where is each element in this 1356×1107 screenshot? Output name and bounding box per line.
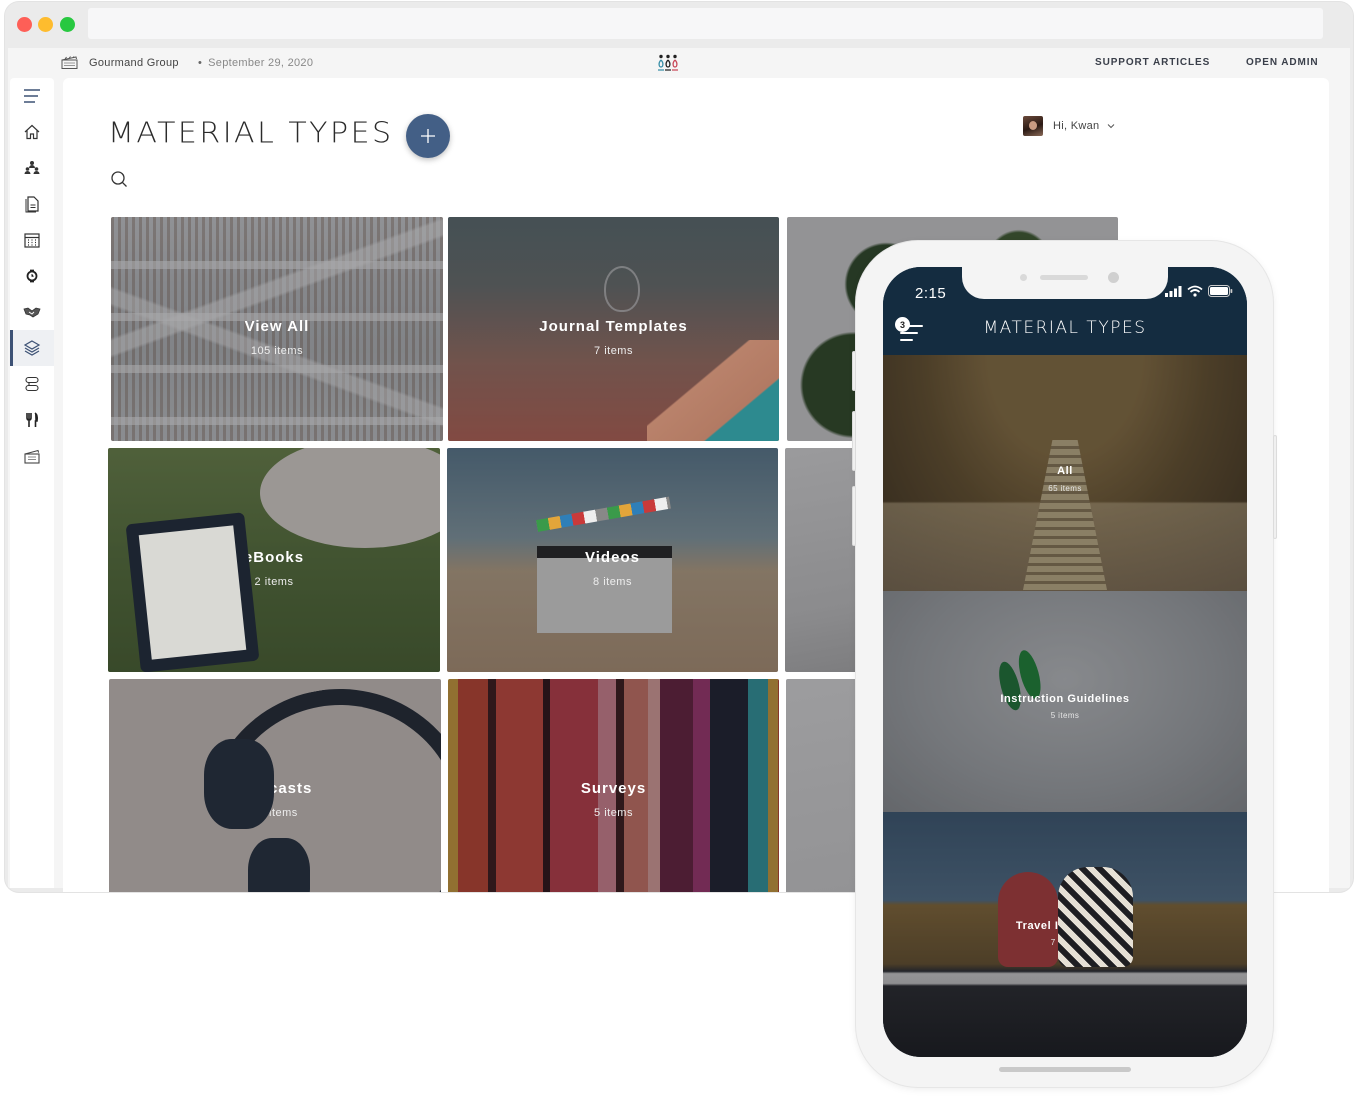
sidebar-item-menus[interactable] [10, 402, 54, 438]
add-material-type-button[interactable] [406, 114, 450, 158]
tile-count: 7 items [594, 344, 633, 357]
clapperboard-icon [24, 449, 40, 464]
handshake-icon [23, 307, 41, 318]
status-time: 2:15 [915, 285, 947, 302]
tile-name: Instruction Guidelines [1000, 693, 1130, 705]
top-bar: Gourmand Group September 29, 2020 SUPPOR… [8, 48, 1350, 78]
sidebar-item-workflows[interactable] [10, 366, 54, 402]
calendar-icon [24, 233, 40, 248]
three-people-logo[interactable] [656, 54, 680, 72]
sidebar-item-media[interactable] [10, 438, 54, 474]
sidebar-item-documents[interactable] [10, 186, 54, 222]
phone-speaker [1040, 275, 1088, 280]
phone-tile-all[interactable]: All 65 items [883, 355, 1247, 591]
layers-icon [23, 340, 41, 356]
tile-count: 5 items [594, 806, 633, 819]
front-camera [1108, 272, 1119, 283]
tile-name: All [1057, 465, 1073, 477]
browser-titlebar [5, 2, 1353, 46]
sidebar-item-partners[interactable] [10, 294, 54, 330]
clapperboard-icon [61, 56, 78, 69]
tile-count: 17 items [252, 806, 298, 819]
phone-volume-down-button [852, 486, 856, 546]
sidebar-item-material-types[interactable] [10, 330, 54, 366]
tile-name: View All [244, 317, 310, 335]
user-menu[interactable]: Hi, Kwan [1023, 116, 1115, 136]
phone-tile-instruction-guidelines[interactable]: Instruction Guidelines 5 items [883, 591, 1247, 812]
address-bar[interactable] [88, 8, 1323, 39]
organization-name: Gourmand Group [89, 57, 179, 69]
search-icon[interactable] [110, 170, 128, 188]
current-date: September 29, 2020 [198, 57, 313, 69]
menu-icon [24, 89, 40, 103]
phone-tile-travel-itineraries[interactable]: Travel Itineraries 7 items [883, 812, 1247, 1057]
tile-count: 5 items [1050, 711, 1080, 720]
cellular-signal-icon [1165, 285, 1182, 297]
tile-videos[interactable]: Videos 8 items [447, 448, 778, 672]
tile-count: 2 items [254, 575, 294, 588]
home-indicator[interactable] [999, 1067, 1131, 1072]
tile-count: 105 items [250, 344, 304, 357]
sidebar-item-team[interactable] [10, 150, 54, 186]
battery-icon [1208, 285, 1233, 297]
sidebar-item-home[interactable] [10, 114, 54, 150]
maximize-window-button[interactable] [60, 17, 75, 32]
phone-mockup: 2:15 3 MATERIAL TYPES All 65 items Instr… [852, 241, 1277, 1087]
phone-mute-switch [852, 351, 856, 391]
team-icon [24, 161, 40, 174]
plus-icon [421, 129, 435, 143]
phone-volume-up-button [852, 411, 856, 471]
tile-name: Surveys [580, 779, 647, 797]
sidebar-item-menu[interactable] [10, 78, 54, 114]
minimize-window-button[interactable] [38, 17, 53, 32]
tile-overlay [883, 812, 1247, 1057]
tile-view-all[interactable]: View All 105 items [111, 217, 443, 441]
tile-name: Travel Itineraries [1015, 920, 1115, 932]
avatar [1023, 116, 1043, 136]
menu-line [900, 339, 913, 341]
support-articles-link[interactable]: SUPPORT ARTICLES [1095, 57, 1210, 68]
sidebar [10, 78, 54, 888]
sidebar-item-calendar[interactable] [10, 222, 54, 258]
watch-icon [26, 269, 38, 283]
documents-icon [25, 196, 39, 213]
proximity-sensor [1020, 274, 1027, 281]
home-icon [24, 124, 40, 140]
open-admin-link[interactable]: OPEN ADMIN [1246, 57, 1319, 68]
tile-podcasts[interactable]: Podcasts 17 items [109, 679, 441, 892]
flow-icon [25, 376, 39, 392]
tile-count: 8 items [593, 575, 632, 588]
tile-name: Journal Templates [539, 317, 688, 335]
phone-screen: 2:15 3 MATERIAL TYPES All 65 items Instr… [883, 267, 1247, 1057]
close-window-button[interactable] [17, 17, 32, 32]
page-title: MATERIAL TYPES [108, 116, 394, 151]
sidebar-item-timeclock[interactable] [10, 258, 54, 294]
chevron-down-icon [1108, 124, 1115, 129]
fork-knife-icon [26, 412, 39, 427]
tile-name: Podcasts [237, 779, 313, 797]
status-icons [1165, 285, 1233, 297]
tile-journal-templates[interactable]: Journal Templates 7 items [448, 217, 779, 441]
phone-page-title: MATERIAL TYPES [983, 318, 1147, 338]
phone-power-button [1273, 435, 1277, 539]
tile-ebooks[interactable]: eBooks 2 items [108, 448, 440, 672]
tile-count: 7 items [1050, 938, 1080, 947]
tile-surveys[interactable]: Surveys 5 items [448, 679, 779, 892]
phone-notch [962, 267, 1168, 299]
tile-count: 65 items [1048, 484, 1082, 493]
tile-name: eBooks [243, 548, 305, 566]
user-greeting: Hi, Kwan [1053, 120, 1100, 132]
wifi-icon [1187, 285, 1203, 297]
tile-name: Videos [585, 548, 640, 566]
